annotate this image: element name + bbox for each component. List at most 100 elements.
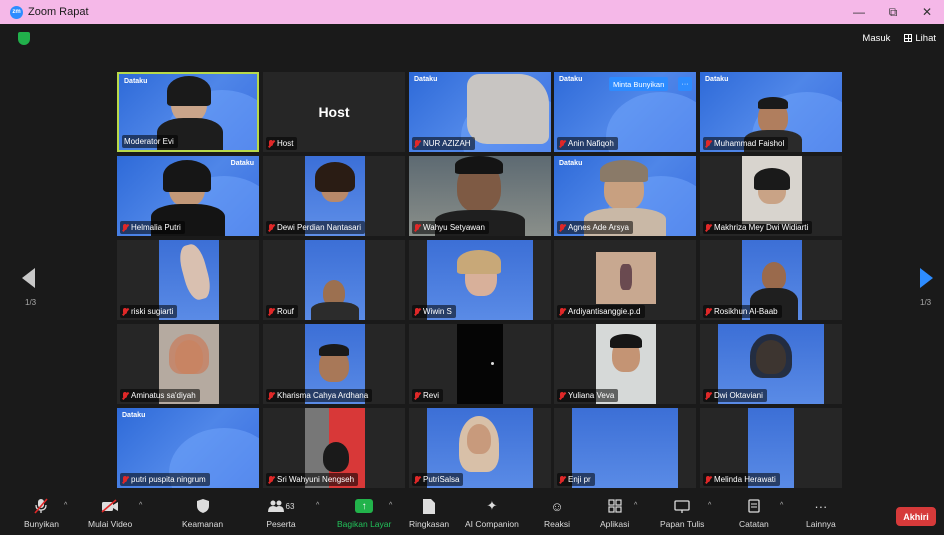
participant-name: Makhriza Mey Dwi Widiarti — [703, 221, 813, 234]
participant-name: Rouf — [266, 305, 298, 318]
video-tile[interactable]: Rosikhun Al-Baab — [700, 240, 842, 320]
video-options-caret-icon[interactable]: ^ — [139, 502, 142, 509]
video-tile[interactable]: Wahyu Setyawan — [409, 156, 551, 236]
participant-name-text: Rouf — [277, 307, 294, 316]
video-tile[interactable]: Rouf — [263, 240, 405, 320]
video-tile[interactable]: Wiwin S — [409, 240, 551, 320]
window-controls: — ⧉ ✕ — [842, 0, 944, 24]
reactions-button[interactable]: ☺ Reaksi — [544, 498, 570, 530]
video-tile[interactable]: Dwi Oktaviani — [700, 324, 842, 404]
video-tile[interactable]: Makhriza Mey Dwi Widiarti — [700, 156, 842, 236]
meeting-toolbar: Bunyikan ^ Mulai Video ^ Keamanan 63 Pes… — [0, 494, 944, 535]
participant-name-text: Kharisma Cahya Ardhana — [277, 391, 369, 400]
previous-page-button[interactable] — [22, 268, 42, 292]
zoom-logo-icon: zm — [10, 5, 23, 19]
mic-muted-icon — [414, 475, 420, 484]
brand-logo: Dataku — [122, 412, 146, 419]
video-tile[interactable]: riski sugiarti — [117, 240, 259, 320]
host-label: Host — [318, 104, 350, 120]
next-page-button[interactable] — [920, 268, 940, 292]
ask-unmute-label: Minta Bunyikan — [613, 79, 665, 89]
video-tile[interactable]: Revi — [409, 324, 551, 404]
participant-name: Ardiyantisanggie.p.d — [557, 305, 645, 318]
mic-muted-icon — [122, 223, 128, 232]
sign-in-button[interactable]: Masuk — [862, 33, 890, 44]
video-tile[interactable]: Host Host — [263, 72, 405, 152]
participant-name: Rosikhun Al-Baab — [703, 305, 782, 318]
brand-logo: Dataku — [559, 76, 583, 83]
whiteboard-options-caret-icon[interactable]: ^ — [708, 502, 711, 509]
view-button[interactable]: Lihat — [904, 33, 936, 44]
notes-options-caret-icon[interactable]: ^ — [780, 502, 783, 509]
whiteboard-button[interactable]: Papan Tulis — [660, 498, 704, 529]
close-button[interactable]: ✕ — [910, 0, 944, 24]
video-tile[interactable]: PutriSalsa — [409, 408, 551, 488]
video-tile[interactable]: Dataku Minta Bunyikan ··· Anin Nafiqoh — [554, 72, 696, 152]
video-tile[interactable]: Dataku Agnes Ade Arsya — [554, 156, 696, 236]
participant-name: Enji pr — [557, 473, 595, 486]
page-indicator-right: 1/3 — [920, 298, 932, 307]
end-meeting-button[interactable]: Akhiri — [896, 507, 936, 526]
video-tile[interactable]: Yuliana Veva — [554, 324, 696, 404]
participants-button[interactable]: 63 Peserta — [265, 498, 297, 529]
video-tile[interactable]: Dataku Helmalia Putri — [117, 156, 259, 236]
ai-companion-button[interactable]: ✦ AI Companion — [465, 498, 519, 529]
security-button[interactable]: Keamanan — [182, 498, 223, 529]
participant-hair — [610, 334, 642, 348]
notes-icon — [745, 498, 763, 514]
share-screen-button[interactable]: ↑ Bagikan Layar — [337, 498, 391, 529]
video-tile[interactable]: Dataku NUR AZIZAH — [409, 72, 551, 152]
unmute-button[interactable]: Bunyikan — [24, 498, 59, 529]
participant-name: Wiwin S — [412, 305, 456, 318]
notes-button[interactable]: Catatan — [739, 498, 769, 529]
participant-name: putri puspita ningrum — [120, 473, 210, 486]
video-tile[interactable]: Dataku putri puspita ningrum — [117, 408, 259, 488]
restore-button[interactable]: ⧉ — [876, 0, 910, 24]
video-tile[interactable]: Dataku Muhammad Faishol — [700, 72, 842, 152]
participant-face — [762, 262, 786, 290]
participant-name-text: Wiwin S — [423, 307, 452, 316]
video-tile[interactable]: Enji pr — [554, 408, 696, 488]
unmute-label: Bunyikan — [24, 519, 59, 529]
participant-hijab — [600, 160, 648, 182]
grid-view-icon — [904, 34, 913, 42]
whiteboard-label: Papan Tulis — [660, 519, 705, 529]
participant-name-text: Revi — [423, 391, 440, 400]
participants-options-caret-icon[interactable]: ^ — [316, 502, 319, 509]
video-tile[interactable]: Kharisma Cahya Ardhana — [263, 324, 405, 404]
more-dots-icon: ··· — [814, 498, 828, 514]
participant-name: Aminatus sa'diyah — [120, 389, 200, 402]
mic-muted-icon — [122, 475, 128, 484]
smiley-icon: ☺ — [550, 498, 564, 514]
participant-name: Agnes Ade Arsya — [557, 221, 633, 234]
encryption-shield-icon[interactable] — [18, 32, 30, 45]
minimize-button[interactable]: — — [842, 0, 876, 24]
more-button[interactable]: ··· Lainnya — [806, 498, 836, 530]
participant-name-text: Anin Nafiqoh — [568, 139, 614, 148]
video-tile[interactable]: Sri Wahyuni Nengseh — [263, 408, 405, 488]
participant-name: Sri Wahyuni Nengseh — [266, 473, 359, 486]
start-video-button[interactable]: Mulai Video — [88, 498, 132, 529]
microphone-muted-icon — [32, 498, 50, 514]
participant-hijab — [163, 160, 211, 192]
apps-options-caret-icon[interactable]: ^ — [634, 502, 637, 509]
audio-options-caret-icon[interactable]: ^ — [64, 502, 67, 509]
participant-name-text: Dwi Oktaviani — [714, 391, 763, 400]
participant-name-text: Agnes Ade Arsya — [568, 223, 629, 232]
apps-button[interactable]: Aplikasi — [600, 498, 629, 529]
mic-muted-icon — [559, 307, 565, 316]
mic-muted-icon — [268, 307, 274, 316]
mic-muted-icon — [122, 307, 128, 316]
video-tile[interactable]: Aminatus sa'diyah — [117, 324, 259, 404]
light-dot — [491, 362, 494, 365]
participants-count: 63 — [285, 501, 295, 511]
ask-unmute-button[interactable]: Minta Bunyikan — [609, 77, 669, 91]
video-tile[interactable]: Dataku Moderator Evi — [117, 72, 259, 152]
summary-button[interactable]: Ringkasan — [409, 498, 449, 529]
window-title: Zoom Rapat — [28, 6, 89, 18]
share-options-caret-icon[interactable]: ^ — [389, 502, 392, 509]
video-tile[interactable]: Dewi Perdian Nantasari — [263, 156, 405, 236]
video-tile[interactable]: Ardiyantisanggie.p.d — [554, 240, 696, 320]
more-options-button[interactable]: ··· — [678, 77, 692, 91]
video-tile[interactable]: Melinda Herawati — [700, 408, 842, 488]
